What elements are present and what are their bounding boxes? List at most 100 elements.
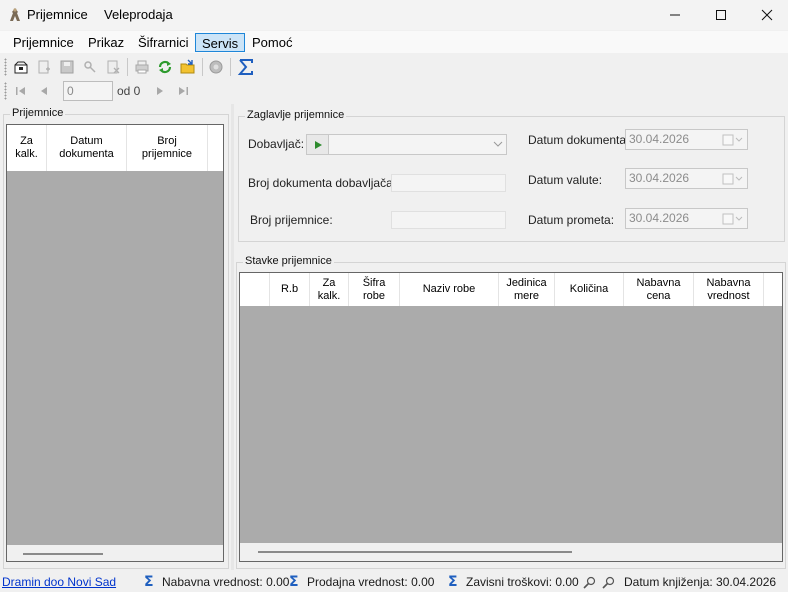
- open-box-icon: [14, 61, 28, 74]
- sale-value-status: Prodajna vrednost: 0.00: [307, 575, 435, 589]
- delete-page-icon: [107, 60, 120, 74]
- open-folder-button[interactable]: [178, 57, 198, 77]
- title-bar[interactable]: Prijemnice Veleprodaja: [0, 0, 788, 30]
- refresh-button[interactable]: [155, 57, 175, 77]
- receipts-grid-header: Za kalk. Datum dokumenta Broj prijemnice: [7, 125, 223, 171]
- chevron-down-icon[interactable]: [493, 140, 503, 148]
- menu-prijemnice[interactable]: Prijemnice: [7, 33, 80, 52]
- sigma-icon: Σ: [448, 574, 458, 590]
- value-date-value: 30.04.2026: [629, 171, 690, 185]
- sigma-icon: [237, 59, 253, 75]
- toolbar-grip[interactable]: [4, 58, 7, 76]
- next-record-button[interactable]: [150, 81, 170, 101]
- col-broj-prijemnice[interactable]: Broj prijemnice: [127, 125, 208, 171]
- col-datum-dokumenta[interactable]: Datum dokumenta: [47, 125, 127, 171]
- maximize-icon: [716, 10, 726, 20]
- value-date-picker[interactable]: 30.04.2026: [625, 168, 748, 189]
- first-record-button[interactable]: [11, 81, 31, 101]
- supplier-doc-input[interactable]: [391, 174, 506, 192]
- refresh-icon: [158, 60, 172, 74]
- menu-pomoc[interactable]: Pomoć: [246, 33, 298, 52]
- company-link[interactable]: Dramin doo Novi Sad: [2, 575, 116, 589]
- col-rb[interactable]: R.b: [270, 273, 310, 306]
- close-button[interactable]: [744, 0, 788, 30]
- last-record-button[interactable]: [173, 81, 193, 101]
- vertical-splitter[interactable]: [231, 104, 234, 570]
- header-panel-title: Zaglavlje prijemnice: [245, 109, 347, 121]
- receipt-number-input[interactable]: [391, 211, 506, 229]
- col-za-kalk[interactable]: Za kalk.: [7, 125, 47, 171]
- record-position-input[interactable]: 0: [63, 81, 113, 101]
- doc-date-label: Datum dokumenta:: [528, 133, 630, 147]
- menu-prikaz[interactable]: Prikaz: [82, 33, 130, 52]
- module-title: Veleprodaja: [104, 7, 173, 22]
- toolbar-separator: [202, 58, 203, 76]
- items-horizontal-scrollbar[interactable]: [240, 543, 782, 561]
- navigator-toolbar: 0 od 0: [0, 79, 788, 103]
- header-filler: [208, 125, 223, 171]
- supplier-doc-label: Broj dokumenta dobavljača:: [248, 176, 397, 190]
- save-button[interactable]: [57, 57, 77, 77]
- save-icon: [60, 60, 74, 74]
- col-za-kalk[interactable]: Za kalk.: [310, 273, 349, 306]
- status-bar: Dramin doo Novi Sad Σ Nabavna vrednost: …: [0, 574, 788, 592]
- row-indicator-header: [240, 273, 270, 306]
- key-icon: [84, 61, 96, 73]
- print-button[interactable]: [132, 57, 152, 77]
- folder-icon: [180, 59, 195, 74]
- calendar-dropdown-icon[interactable]: [722, 173, 744, 185]
- scrollbar-thumb[interactable]: [23, 553, 103, 555]
- menu-servis[interactable]: Servis: [195, 33, 246, 52]
- col-kolicina[interactable]: Količina: [555, 273, 624, 306]
- receipts-horizontal-scrollbar[interactable]: [7, 545, 223, 561]
- calendar-dropdown-icon[interactable]: [722, 134, 744, 146]
- printer-icon: [135, 60, 149, 74]
- menu-sifrarnici[interactable]: Šifrarnici: [132, 33, 195, 52]
- last-icon: [179, 87, 188, 95]
- zoom-in-icon[interactable]: [582, 576, 596, 590]
- zoom-out-icon[interactable]: [601, 576, 615, 590]
- supplier-play-button[interactable]: [307, 135, 329, 154]
- items-grid[interactable]: R.b Za kalk. Šifra robe Naziv robe Jedin…: [239, 272, 783, 562]
- next-icon: [157, 87, 163, 95]
- previous-icon: [41, 87, 47, 95]
- posting-date-status: Datum knjiženja: 30.04.2026: [624, 575, 777, 589]
- calendar-dropdown-icon[interactable]: [722, 213, 744, 225]
- previous-record-button[interactable]: [34, 81, 54, 101]
- turnover-date-label: Datum prometa:: [528, 213, 615, 227]
- scrollbar-thumb[interactable]: [258, 551, 572, 553]
- toolbar-separator: [127, 58, 128, 76]
- sum-button[interactable]: [236, 57, 256, 77]
- doc-date-value: 30.04.2026: [629, 132, 690, 146]
- add-button[interactable]: [34, 57, 54, 77]
- maximize-button[interactable]: [698, 0, 744, 30]
- receipts-panel-title: Prijemnice: [10, 107, 66, 119]
- sigma-icon: Σ: [144, 574, 154, 590]
- col-naziv-robe[interactable]: Naziv robe: [400, 273, 499, 306]
- turnover-date-picker[interactable]: 30.04.2026: [625, 208, 748, 229]
- value-date-label: Datum valute:: [528, 173, 603, 187]
- stop-circle-icon: [209, 60, 223, 74]
- new-document-button[interactable]: [11, 57, 31, 77]
- col-nabavna-cena[interactable]: Nabavna cena: [624, 273, 694, 306]
- items-grid-header: R.b Za kalk. Šifra robe Naziv robe Jedin…: [240, 273, 782, 306]
- supplier-label: Dobavljač:: [248, 137, 305, 151]
- app-logo-icon: [10, 8, 20, 21]
- app-window: Prijemnice Veleprodaja Prijemnice Prikaz…: [0, 0, 788, 592]
- receipt-number-label: Broj prijemnice:: [250, 213, 333, 227]
- close-icon: [761, 9, 773, 21]
- delete-button[interactable]: [103, 57, 123, 77]
- stop-button[interactable]: [206, 57, 226, 77]
- doc-date-picker[interactable]: 30.04.2026: [625, 129, 748, 150]
- turnover-date-value: 30.04.2026: [629, 211, 690, 225]
- items-panel-title: Stavke prijemnice: [243, 255, 334, 267]
- sigma-icon: Σ: [289, 574, 299, 590]
- supplier-combobox[interactable]: [306, 134, 507, 155]
- minimize-button[interactable]: [652, 0, 698, 30]
- receipts-grid[interactable]: Za kalk. Datum dokumenta Broj prijemnice: [6, 124, 224, 562]
- edit-button[interactable]: [80, 57, 100, 77]
- col-jedinica-mere[interactable]: Jedinica mere: [499, 273, 555, 306]
- toolbar-grip[interactable]: [4, 82, 7, 100]
- col-sifra-robe[interactable]: Šifra robe: [349, 273, 400, 306]
- col-nabavna-vrednost[interactable]: Nabavna vrednost: [694, 273, 764, 306]
